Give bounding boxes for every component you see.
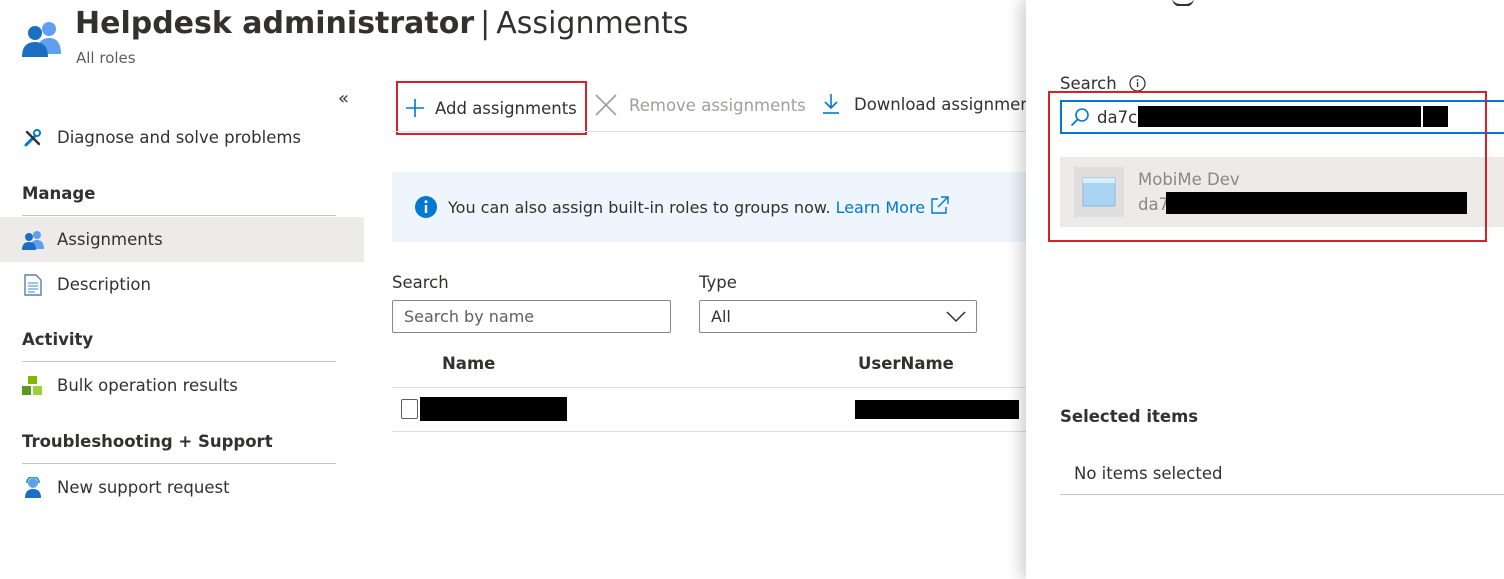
row-checkbox[interactable] [401,399,418,419]
sidebar-item-label: New support request [57,478,230,497]
add-assignments-label: Add assignments [435,98,577,118]
search-icon [1070,107,1090,127]
learn-more-label: Learn More [835,197,926,217]
sidebar-section-activity: Activity [22,330,94,349]
selected-items-divider [1060,494,1504,495]
info-banner: You can also assign built-in roles to gr… [392,172,1026,242]
sidebar-item-assignments[interactable]: Assignments [0,217,364,262]
collapse-sidebar-button[interactable]: « [338,88,349,109]
chevron-down-icon [946,310,966,323]
sidebar-item-bulk-operations[interactable]: Bulk operation results [0,363,364,408]
redacted-username [855,400,1019,419]
sidebar-item-diagnose[interactable]: Diagnose and solve problems [0,115,364,160]
panel-title-fragment [1060,0,1210,6]
info-circle-icon[interactable] [1129,75,1146,92]
external-link-icon [930,195,949,219]
page-subtitle: All roles [76,49,136,67]
wrench-icon [22,127,44,149]
column-header-username[interactable]: UserName [858,354,954,373]
page-title-role: Helpdesk administrator [75,6,475,41]
type-selected-value: All [711,307,731,326]
sidebar-section-troubleshooting: Troubleshooting + Support [22,432,273,451]
download-icon [822,93,840,115]
redacted-result-id [1166,192,1467,214]
search-label: Search [392,273,449,292]
divider [22,361,336,362]
document-icon [22,273,44,296]
sidebar-item-label: Description [57,275,151,294]
page-title-separator: | [480,6,491,41]
page-title: Helpdesk administrator | Assignments [75,6,689,41]
add-assignments-button[interactable]: Add assignments [396,81,587,135]
panel-search-label: Search [1060,74,1117,93]
sidebar-item-label: Assignments [57,230,163,249]
result-subtitle: da7 [1138,195,1170,214]
sidebar-item-description[interactable]: Description [0,262,364,307]
selected-items-heading: Selected items [1060,407,1199,426]
cubes-icon [22,375,44,397]
result-name: MobiMe Dev [1138,170,1240,189]
sidebar-item-label: Bulk operation results [57,376,238,395]
remove-assignments-label: Remove assignments [629,95,806,115]
type-label: Type [699,273,737,292]
app-icon [1074,167,1124,217]
close-icon [594,93,618,117]
text-cursor [1421,106,1423,130]
divider [22,463,336,464]
support-person-icon [22,476,44,499]
divider [22,215,336,216]
page-title-section: Assignments [496,6,689,41]
info-text: You can also assign built-in roles to gr… [448,197,831,217]
type-dropdown[interactable]: All [699,300,977,333]
panel-search-input[interactable]: da7cb [1060,100,1504,134]
remove-assignments-button[interactable]: Remove assignments [594,93,806,117]
toolbar-divider [392,131,1026,132]
table-row[interactable] [392,388,1026,431]
redacted-search-text [1138,106,1448,127]
table-row-divider [392,431,1026,432]
search-result-item[interactable]: MobiMe Dev da7 [1060,157,1504,227]
plus-icon [405,98,425,118]
download-assignments-label: Download assignmen [854,94,1031,114]
sidebar-section-manage: Manage [22,184,96,203]
panel-search-label-row: Search [1060,74,1146,93]
column-header-name[interactable]: Name [442,354,495,373]
download-assignments-button[interactable]: Download assignmen [822,93,1031,115]
search-input[interactable]: Search by name [392,300,671,333]
sidebar-item-label: Diagnose and solve problems [57,128,302,147]
no-items-text: No items selected [1074,464,1223,483]
search-placeholder: Search by name [404,307,535,326]
info-icon [414,195,438,219]
sidebar-item-new-support-request[interactable]: New support request [0,465,364,510]
role-users-icon [22,18,62,58]
learn-more-link[interactable]: Learn More [835,195,950,219]
users-icon [22,229,44,251]
redacted-name [420,397,567,421]
